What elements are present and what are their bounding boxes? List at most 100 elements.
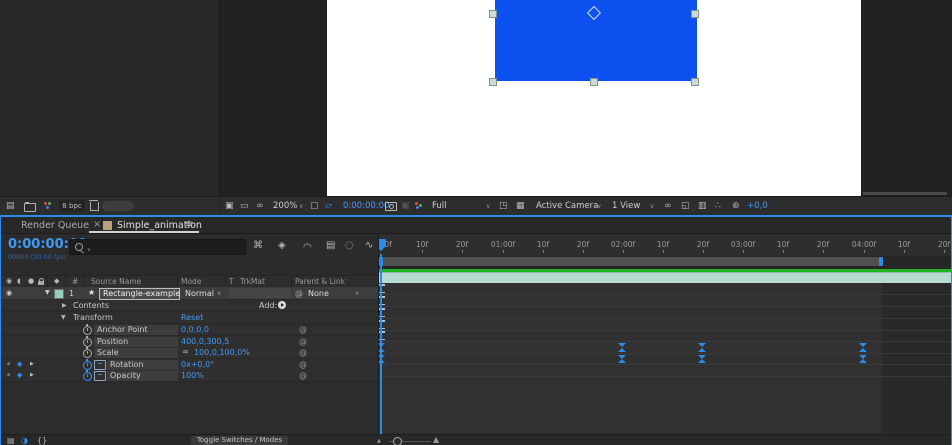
opacity-add-keyframe-icon[interactable]: ◆ (17, 372, 22, 379)
view-layout-chevron-icon[interactable]: ∨ (650, 204, 654, 210)
anchor-label-box[interactable]: Anchor Point (94, 325, 178, 335)
col-mode[interactable]: Mode (181, 278, 201, 286)
exposure-gear-icon[interactable]: ⊛ (732, 202, 740, 211)
graph-editor-icon[interactable]: ∿ (365, 241, 373, 251)
layer-duration-bar[interactable] (379, 272, 951, 284)
rotation-add-keyframe-icon[interactable]: ◆ (17, 361, 22, 368)
col-parent-link[interactable]: Parent & Link (295, 278, 345, 286)
rotation-label-box[interactable]: Rotation (107, 360, 178, 370)
draft-3d-icon[interactable]: ◈ (278, 241, 286, 251)
opacity-keyframe[interactable] (698, 355, 706, 359)
shape-handle-bottom-left[interactable] (489, 78, 497, 86)
transfer-controls-pane-icon[interactable]: ◑ (21, 437, 28, 445)
anchor-pickwhip-icon[interactable]: @ (299, 326, 307, 334)
inout-pane-icon[interactable]: {} (37, 437, 47, 445)
project-scrollbar-thumb[interactable] (102, 201, 134, 211)
opacity-value[interactable]: 100% (181, 372, 204, 380)
playhead-line[interactable] (380, 254, 382, 434)
transform-reset[interactable]: Reset (181, 314, 203, 322)
shape-handle-left[interactable] (489, 10, 497, 18)
viewer-hscrollbar-thumb[interactable] (863, 192, 947, 195)
transform-expander-icon[interactable]: ▼ (61, 315, 66, 321)
scale-pickwhip-icon[interactable]: @ (299, 349, 307, 357)
panel-menu-icon[interactable]: ≡ (185, 220, 193, 230)
composition-viewer[interactable] (220, 0, 952, 196)
zoom-in-mountain-icon[interactable]: ▲ (433, 436, 439, 444)
timeline-track-pane[interactable]: 0:00f 10f 20f 01:00f 10f 20f 02:00f 10f … (379, 234, 951, 434)
work-area-end-handle[interactable] (879, 257, 883, 266)
primary-viewer-icon[interactable]: ▭ (240, 202, 249, 211)
blend-mode-chevron-icon[interactable]: ∨ (217, 291, 221, 297)
pixel-aspect-icon[interactable]: ◱ (681, 202, 690, 211)
opacity-keyframe[interactable] (618, 355, 626, 359)
position-label-box[interactable]: Position (94, 337, 178, 347)
transform-label[interactable]: Transform (73, 314, 113, 322)
goggles-icon[interactable]: ∞ (664, 202, 672, 211)
rotation-keyframe[interactable] (698, 343, 706, 347)
camera-view-value[interactable]: Active Camera (536, 202, 598, 211)
anchor-value[interactable]: 0,0,0,0 (181, 326, 209, 334)
bit-depth-button[interactable]: 8 bpc (59, 200, 85, 212)
stereo-3d-icon[interactable]: ∞ (256, 202, 264, 211)
opacity-stopwatch-icon[interactable] (83, 372, 92, 381)
time-ruler[interactable]: 0:00f 10f 20f 01:00f 10f 20f 02:00f 10f … (379, 234, 951, 256)
col-trkmat[interactable]: TrkMat (240, 278, 265, 286)
color-settings-icon[interactable] (44, 202, 54, 210)
opacity-label-box[interactable]: Opacity (107, 371, 178, 381)
mini-flowchart-icon[interactable]: ⌘ (253, 241, 263, 251)
work-area-bar[interactable] (381, 257, 881, 266)
contents-label[interactable]: Contents (73, 302, 109, 310)
contents-expander-icon[interactable]: ▶ (62, 303, 67, 309)
layer-switches-pane-icon[interactable]: ▤ (7, 437, 15, 445)
always-preview-icon[interactable]: ▣ (225, 202, 234, 211)
rotation-prev-keyframe-icon[interactable]: ◀ (6, 362, 10, 367)
scale-value[interactable]: 100,0,100,0% (194, 349, 250, 357)
zoom-out-mountain-icon[interactable]: ▲ (377, 439, 381, 444)
layer-name-field[interactable]: Rectangle-example (99, 288, 180, 300)
exposure-histogram-icon[interactable]: ▥ (698, 202, 707, 211)
rotation-keyframe[interactable] (618, 343, 626, 347)
playhead-handle[interactable] (379, 239, 386, 246)
shy-layers-icon[interactable]: ◠ (303, 243, 312, 253)
layer-visibility-icon[interactable]: ◉ (6, 290, 12, 297)
rotation-next-keyframe-icon[interactable]: ▶ (30, 362, 34, 367)
scale-label-box[interactable]: Scale (94, 348, 178, 358)
opacity-pickwhip-icon[interactable]: @ (299, 372, 307, 380)
layer-row[interactable]: ◉ ▼ 1 ★ Rectangle-example Normal ∨ @ Non… (1, 287, 378, 300)
anchor-point-row[interactable]: Anchor Point 0,0,0,0 @ (1, 324, 378, 336)
scale-stopwatch-icon[interactable] (83, 349, 92, 358)
parent-value[interactable]: None (308, 290, 329, 298)
add-button-icon[interactable] (278, 301, 286, 309)
opacity-next-keyframe-icon[interactable]: ▶ (30, 373, 34, 378)
resolution-value[interactable]: Full (432, 202, 447, 211)
view-layout-value[interactable]: 1 View (612, 202, 640, 211)
transform-row[interactable]: ▼ Transform Reset (1, 312, 378, 324)
scale-link-icon[interactable]: ∞ (182, 348, 189, 356)
position-stopwatch-icon[interactable] (83, 338, 92, 347)
mask-roi-icon[interactable]: ▱ (325, 202, 332, 211)
interpret-footage-icon[interactable]: ▤ (6, 202, 15, 211)
delete-icon[interactable] (90, 202, 99, 211)
scale-row[interactable]: Scale ∞ 100,0,100,0% @ (1, 347, 378, 359)
rotation-value[interactable]: 0x+0,0° (181, 361, 214, 369)
shape-handle-right[interactable] (691, 10, 699, 18)
motion-blur-icon[interactable]: ◌ (345, 241, 354, 251)
magnification-value[interactable]: 200% (273, 202, 297, 211)
viewer-current-time[interactable]: 0:00:00:00 (343, 202, 389, 211)
snapshot-icon[interactable] (385, 202, 397, 211)
tab-render-queue[interactable]: Render Queue (21, 221, 89, 231)
flowchart-network-icon[interactable]: ∴ (715, 202, 721, 211)
rotation-stopwatch-icon[interactable] (83, 361, 92, 370)
opacity-row[interactable]: ◀ ◆ ▶ ~ Opacity 100% @ (1, 370, 378, 382)
show-snapshot-icon[interactable]: ▣ (401, 202, 410, 211)
toggle-switches-button[interactable]: Toggle Switches / Modes (191, 436, 288, 445)
camera-view-chevron-icon[interactable]: ∨ (597, 204, 601, 210)
rotation-pickwhip-icon[interactable]: @ (299, 361, 307, 369)
tab-close-icon[interactable]: × (93, 220, 101, 230)
shape-handle-bottom-center[interactable] (590, 78, 598, 86)
rotation-keyframe[interactable] (859, 343, 867, 347)
blend-mode-value[interactable]: Normal (185, 290, 214, 298)
contents-row[interactable]: ▶ Contents Add: (1, 300, 378, 312)
new-folder-icon[interactable] (24, 203, 36, 212)
position-pickwhip-icon[interactable]: @ (299, 338, 307, 346)
